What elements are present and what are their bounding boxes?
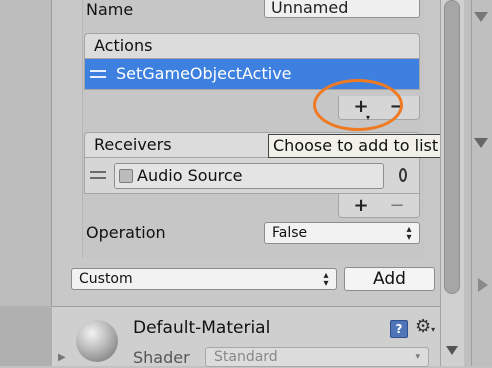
receivers-list-body: Audio Source	[84, 158, 420, 194]
actions-list-header: Actions	[84, 33, 420, 59]
drag-handle-icon[interactable]	[90, 171, 106, 179]
operation-label: Operation	[86, 223, 166, 242]
operation-value: False	[272, 225, 308, 241]
component-type-dropdown[interactable]: Custom ▴ ▾	[71, 268, 337, 290]
shader-label: Shader	[133, 348, 190, 367]
updown-arrows-icon: ▴ ▾	[323, 270, 329, 289]
scrollbar-thumb[interactable]	[444, 0, 460, 294]
right-gutter-arrow-icon	[474, 138, 488, 148]
dropdown-caret-icon: ▾	[415, 352, 420, 362]
receivers-list-footer: + −	[338, 194, 420, 218]
name-label: Name	[86, 0, 134, 19]
actions-item-label: SetGameObjectActive	[116, 64, 292, 83]
drag-handle-icon[interactable]	[90, 70, 106, 78]
audio-source-label: Audio Source	[137, 166, 243, 185]
operation-dropdown[interactable]: False ▴ ▾	[264, 222, 420, 244]
shader-value: Standard	[214, 349, 278, 365]
name-field[interactable]: Unnamed	[264, 0, 420, 18]
right-gutter-arrow-icon	[474, 12, 488, 22]
annotation-circle	[313, 79, 403, 131]
material-preview-sphere	[76, 320, 118, 362]
left-gutter-bottom	[0, 306, 52, 366]
right-gutter-play-icon	[478, 278, 488, 292]
material-name: Default-Material	[133, 318, 271, 338]
add-button[interactable]: Add	[344, 267, 435, 291]
right-gutter	[464, 0, 492, 366]
cube-icon	[119, 169, 133, 183]
shader-dropdown[interactable]: Standard ▾	[205, 347, 429, 367]
right-gutter-divider	[471, 0, 472, 366]
gear-icon[interactable]: ⚙▾	[415, 318, 437, 338]
receivers-add-button[interactable]: +	[349, 197, 373, 217]
updown-arrows-icon: ▴ ▾	[406, 224, 412, 243]
foldout-arrow-icon[interactable]: ▶	[58, 352, 66, 363]
audio-source-object-field[interactable]: Audio Source	[114, 163, 384, 189]
scroll-down-arrow-icon[interactable]	[446, 346, 458, 355]
object-picker-icon[interactable]	[399, 168, 407, 182]
help-icon[interactable]: ?	[390, 320, 408, 338]
receivers-remove-button[interactable]: −	[387, 197, 407, 217]
tooltip: Choose to add to list	[268, 134, 444, 158]
component-type-value: Custom	[79, 271, 133, 287]
